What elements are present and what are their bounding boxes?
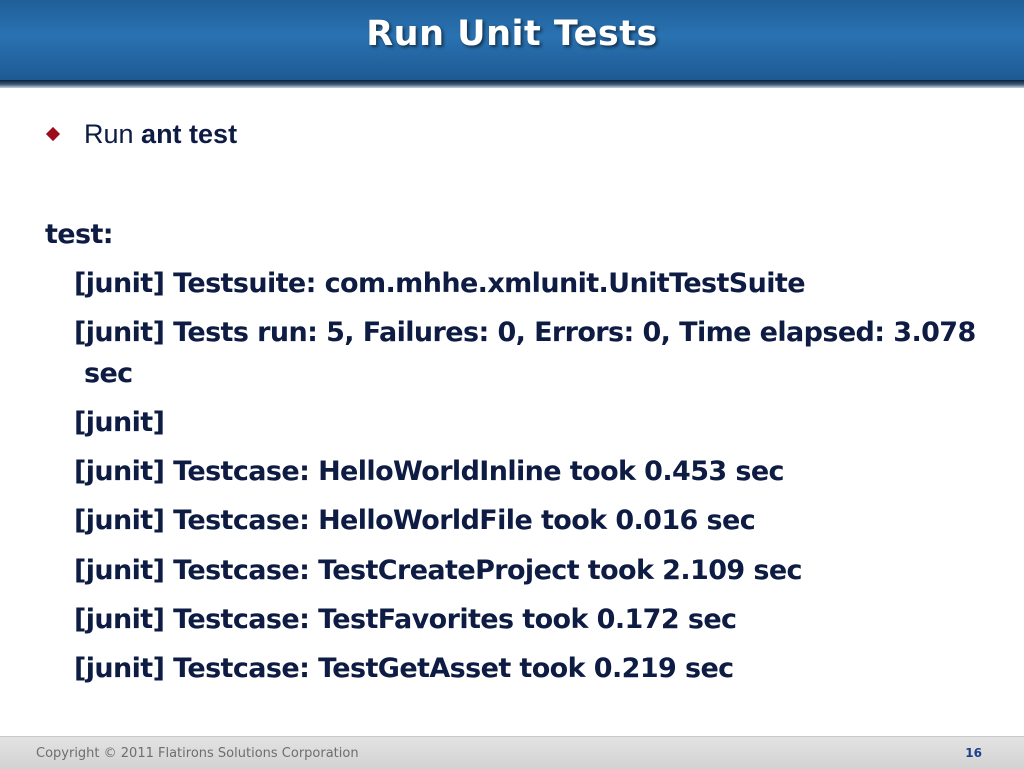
output-line: [junit] Testcase: TestCreateProject took… bbox=[74, 555, 803, 586]
output-line: [junit] Testcase: HelloWorldInline took … bbox=[74, 456, 785, 487]
output-line: [junit] Testcase: TestGetAsset took 0.21… bbox=[74, 653, 734, 684]
page-number: 16 bbox=[965, 746, 982, 760]
output-line: [junit] Tests run: 5, Failures: 0, Error… bbox=[74, 317, 976, 348]
output-line: [junit] Testsuite: com.mhhe.xmlunit.Unit… bbox=[74, 268, 806, 299]
bullet-command: ant test bbox=[141, 119, 238, 149]
bullet-prefix: Run bbox=[84, 119, 142, 149]
output-label: test: bbox=[45, 219, 114, 250]
slide-header: Run Unit Tests bbox=[0, 0, 1024, 88]
output-line: [junit] Testcase: TestFavorites took 0.1… bbox=[74, 604, 737, 635]
bullet-diamond-icon bbox=[45, 126, 61, 142]
output-line: [junit] Testcase: HelloWorldFile took 0.… bbox=[74, 505, 756, 536]
output-line-continuation: sec bbox=[84, 358, 133, 389]
copyright-text: Copyright © 2011 Flatirons Solutions Cor… bbox=[36, 746, 359, 761]
slide-title: Run Unit Tests bbox=[366, 14, 658, 54]
output-line: [junit] bbox=[74, 407, 165, 438]
bullet-item: Run ant test bbox=[84, 119, 237, 150]
slide-footer: Copyright © 2011 Flatirons Solutions Cor… bbox=[0, 736, 1024, 769]
